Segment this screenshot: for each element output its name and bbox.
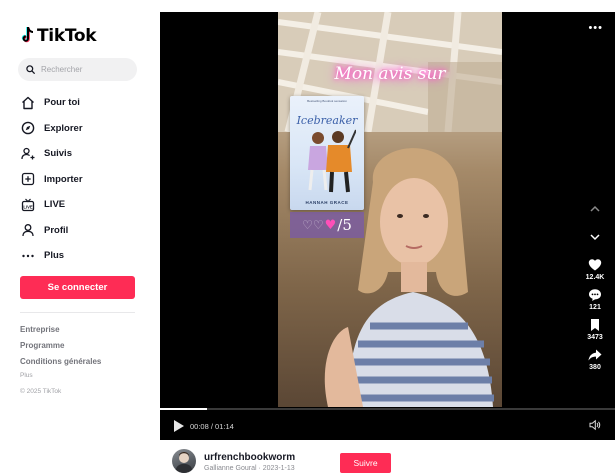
progress-bar[interactable] xyxy=(160,408,615,410)
sidebar-item-label: Profil xyxy=(44,224,69,236)
footer-link-conditions[interactable]: Conditions générales xyxy=(20,354,101,370)
footer-link-more[interactable]: Plus xyxy=(20,370,101,382)
book-couple-illustration xyxy=(308,129,356,193)
play-icon[interactable] xyxy=(174,420,184,432)
sidebar-item-importer[interactable]: Importer xyxy=(20,167,140,193)
sidebar-item-suivis[interactable]: Suivis xyxy=(20,141,140,167)
follow-user-icon xyxy=(20,146,36,162)
comment-icon xyxy=(589,289,601,301)
compass-icon xyxy=(20,120,36,136)
more-dots-icon xyxy=(20,248,36,264)
more-options-icon[interactable]: ••• xyxy=(588,22,603,34)
author-subtitle: Gallianne Goural · 2023-1-13 xyxy=(204,465,295,472)
book-author: HANNAH GRACE xyxy=(305,200,349,205)
copyright-text: © 2025 TikTok xyxy=(20,388,62,395)
sidebar-item-label: Pour toi xyxy=(44,97,80,109)
sidebar-item-label: LIVE xyxy=(44,199,66,211)
book-tagline: Bestselling Booktok sensation xyxy=(307,99,347,103)
like-button[interactable]: 12.4K xyxy=(585,258,605,281)
avatar[interactable] xyxy=(172,449,196,473)
video-player[interactable]: ••• Mon avis sur Bestselling Booktok sen… xyxy=(160,12,615,440)
sidebar-item-label: Explorer xyxy=(44,122,83,134)
upload-plus-icon xyxy=(20,171,36,187)
sidebar-item-label: Plus xyxy=(44,250,65,262)
author-row: urfrenchbookworm Gallianne Goural · 2023… xyxy=(160,440,615,473)
time-display: 00:08 / 01:14 xyxy=(190,421,234,431)
logo-text: TikTok xyxy=(37,26,97,46)
sidebar-item-label: Importer xyxy=(44,173,83,185)
overlay-title: Mon avis sur xyxy=(334,64,446,84)
video-frame[interactable]: Mon avis sur Bestselling Booktok sensati… xyxy=(278,12,502,407)
sidebar-item-pour-toi[interactable]: Pour toi xyxy=(20,90,140,116)
comment-count: 121 xyxy=(589,304,601,311)
follow-button[interactable]: Suivre xyxy=(340,453,391,473)
search-icon xyxy=(26,65,35,74)
chevron-down-icon[interactable] xyxy=(588,230,602,244)
player-controls: 00:08 / 01:14 xyxy=(160,412,615,440)
share-count: 380 xyxy=(589,364,601,371)
save-button[interactable]: 3473 xyxy=(587,318,603,341)
author-username[interactable]: urfrenchbookworm xyxy=(204,452,295,463)
sidebar: TikTok Pour toi Explorer xyxy=(0,0,150,473)
tiktok-logo[interactable]: TikTok xyxy=(20,26,97,46)
share-button[interactable]: 380 xyxy=(588,348,602,371)
live-tv-icon: LIVE xyxy=(20,197,36,213)
like-count: 12.4K xyxy=(585,274,605,281)
login-button[interactable]: Se connecter xyxy=(20,276,135,299)
share-arrow-icon xyxy=(588,349,602,361)
svg-text:LIVE: LIVE xyxy=(23,204,33,209)
sidebar-item-profil[interactable]: Profil xyxy=(20,218,140,244)
search-box[interactable] xyxy=(18,58,137,81)
heart-icon-empty: ♡♡ xyxy=(302,218,324,232)
rating-score: /5 xyxy=(337,216,352,234)
main-nav: Pour toi Explorer Suivis Importer LIVE L… xyxy=(20,90,140,269)
tiktok-app: TikTok Pour toi Explorer xyxy=(0,0,615,473)
bookmark-icon xyxy=(590,319,599,331)
sidebar-item-label: Suivis xyxy=(44,148,72,160)
chevron-up-icon[interactable] xyxy=(588,202,602,216)
rating-badge: ♡♡ ♥ /5 xyxy=(290,212,364,238)
sidebar-item-live[interactable]: LIVE LIVE xyxy=(20,192,140,218)
search-input[interactable] xyxy=(41,65,131,74)
volume-icon[interactable] xyxy=(589,419,601,431)
avatar-photo xyxy=(175,452,193,473)
book-cover-image: Bestselling Booktok sensation Icebreaker… xyxy=(290,96,364,210)
home-icon xyxy=(20,95,36,111)
sidebar-item-explorer[interactable]: Explorer xyxy=(20,116,140,142)
heart-icon-filled: ♥ xyxy=(324,217,337,233)
sidebar-item-plus[interactable]: Plus xyxy=(20,243,140,269)
book-title: Icebreaker xyxy=(296,114,358,127)
progress-fill xyxy=(160,408,208,410)
action-rail: 12.4K 121 3473 380 xyxy=(575,202,615,378)
sidebar-footer: Entreprise Programme Conditions générale… xyxy=(20,322,101,398)
footer-link-entreprise[interactable]: Entreprise xyxy=(20,322,101,338)
save-count: 3473 xyxy=(587,334,603,341)
comment-button[interactable]: 121 xyxy=(588,288,602,311)
top-strip xyxy=(160,0,615,12)
heart-icon xyxy=(588,259,602,271)
person-icon xyxy=(20,222,36,238)
footer-link-programme[interactable]: Programme xyxy=(20,338,101,354)
tiktok-note-icon xyxy=(21,27,33,43)
sidebar-divider xyxy=(20,312,135,313)
